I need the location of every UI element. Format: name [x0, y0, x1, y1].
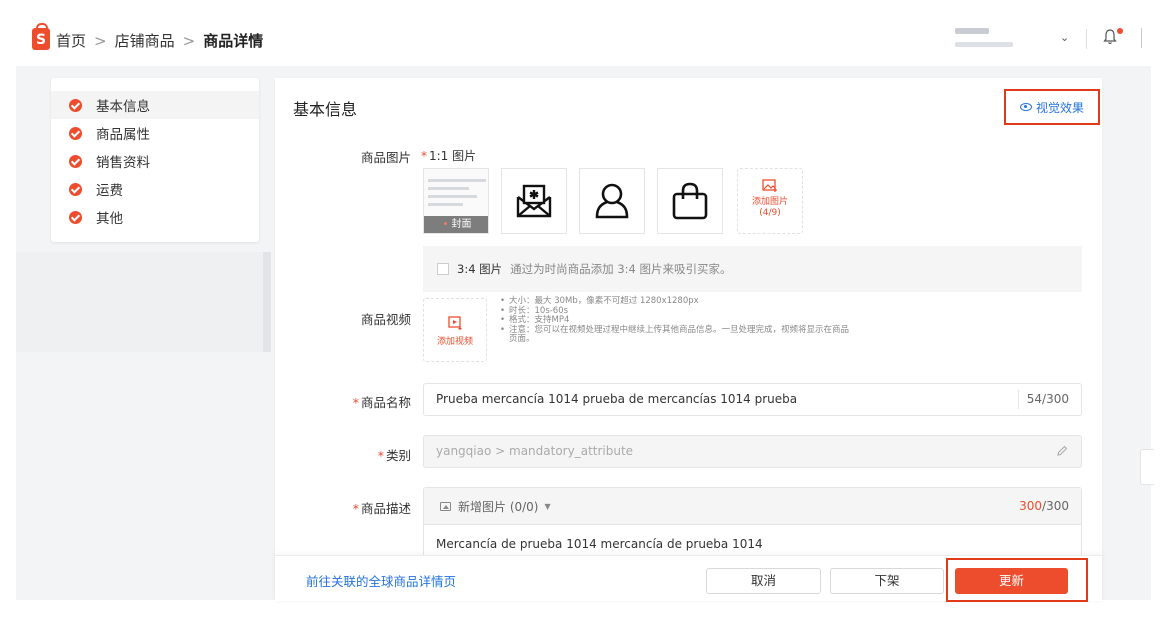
video-requirements: 大小：最大 30Mb，像素不可超过 1280x1280px 时长：10s-60s…	[500, 296, 920, 345]
category-label: * 类别	[377, 448, 411, 463]
video-note: 注意：您可以在视频处理过程中继续上传其他商品信息。一旦处理完成，视频将显示在商品	[500, 325, 920, 336]
check-circle-icon	[69, 154, 82, 168]
section-nav: 基本信息 商品属性 销售资料 运费 其他	[51, 78, 259, 242]
add-description-image-button[interactable]: 新增图片 (0/0)	[458, 498, 539, 515]
add-image-button[interactable]: 添加图片 (4/9)	[737, 168, 803, 234]
description-label: * 商品描述	[352, 501, 411, 516]
product-name-label: * 商品名称	[352, 395, 411, 410]
product-name-value: Prueba mercancía 1014 prueba de mercancí…	[436, 392, 798, 406]
product-name-counter: 54/300	[1017, 390, 1081, 409]
add-image-label: 添加图片	[751, 197, 788, 207]
visual-effect-link[interactable]: 视觉效果	[1004, 89, 1100, 125]
sidebar-item-label: 运费	[96, 183, 123, 199]
breadcrumb: 首页 > 店铺商品 > 商品详情	[56, 30, 263, 51]
eye-icon	[1019, 103, 1032, 111]
category-field[interactable]: yangqiao > mandatory_attribute	[423, 435, 1082, 468]
basic-info-panel: 基本信息 视觉效果 商品图片 *1:1 图片 • 封面 添加图片 (4/9)	[275, 78, 1102, 600]
sidebar-item-basic-info[interactable]: 基本信息	[51, 91, 259, 119]
sidebar-item-shipping[interactable]: 运费	[51, 175, 259, 203]
breadcrumb-separator: >	[182, 31, 196, 50]
product-image-3[interactable]	[579, 168, 645, 234]
product-video-label: 商品视频	[360, 312, 411, 327]
cover-image-preview	[428, 179, 486, 211]
global-product-link[interactable]: 前往关联的全球商品详情页	[306, 571, 456, 590]
description-counter: 300/300	[1019, 499, 1069, 513]
bell-icon[interactable]	[1103, 29, 1117, 45]
notification-dot	[1117, 28, 1123, 34]
ghost-panel	[16, 252, 264, 352]
description-toolbar: 新增图片 (0/0) ▼ 300/300	[424, 488, 1081, 525]
check-circle-icon	[69, 210, 82, 224]
breadcrumb-shop-products[interactable]: 店铺商品	[115, 30, 175, 51]
product-image-4[interactable]	[657, 168, 723, 234]
top-bar: S 首页 > 店铺商品 > 商品详情 ⌄	[0, 0, 1167, 66]
description-text[interactable]: Mercancía de prueba 1014 mercancía de pr…	[424, 525, 1081, 551]
account-info[interactable]	[955, 28, 1035, 52]
image-icon	[440, 501, 451, 511]
envelope-icon	[516, 184, 552, 218]
shopee-logo-icon[interactable]: S	[32, 23, 50, 50]
breadcrumb-current: 商品详情	[203, 32, 264, 50]
person-icon	[595, 183, 629, 219]
video-note-continued: 页面。	[509, 334, 535, 344]
sidebar-item-sales-info[interactable]: 销售资料	[51, 147, 259, 175]
sidebar-item-label: 基本信息	[96, 99, 150, 115]
add-image-count: (4/9)	[759, 208, 781, 218]
ratio-34-option: 3:4 图片 通过为时尚商品添加 3:4 图片来吸引买家。	[423, 246, 1082, 292]
cover-label: • 封面	[424, 216, 488, 233]
section-title: 基本信息	[293, 100, 358, 119]
sidebar-item-attributes[interactable]: 商品属性	[51, 119, 259, 147]
shopping-bag-icon	[672, 182, 708, 220]
product-name-input[interactable]: Prueba mercancía 1014 prueba de mercancí…	[423, 383, 1082, 416]
cover-image-thumbnail[interactable]: • 封面	[423, 168, 489, 234]
sidebar-item-label: 商品属性	[96, 127, 150, 143]
floating-side-tab[interactable]	[1140, 449, 1154, 485]
check-circle-icon	[69, 126, 82, 140]
breadcrumb-separator: >	[94, 31, 107, 50]
ratio-34-hint: 通过为时尚商品添加 3:4 图片来吸引买家。	[510, 262, 732, 276]
chevron-down-icon[interactable]: ⌄	[1060, 31, 1069, 44]
account-company-blurred	[955, 42, 1013, 47]
breadcrumb-home[interactable]: 首页	[56, 30, 86, 51]
ratio-34-title: 3:4 图片	[457, 262, 503, 276]
add-image-icon	[762, 179, 777, 192]
app-root: S 首页 > 店铺商品 > 商品详情 ⌄ 基本信息 商品属性 销售资料 运费 其…	[0, 0, 1167, 628]
update-highlight-box	[946, 558, 1088, 602]
product-image-2[interactable]	[501, 168, 567, 234]
caret-down-icon[interactable]: ▼	[545, 502, 551, 511]
pencil-icon[interactable]	[1055, 444, 1069, 458]
scroll-divider	[263, 252, 271, 352]
account-name-blurred	[955, 28, 989, 34]
category-value: yangqiao > mandatory_attribute	[436, 444, 634, 458]
sidebar-item-label: 其他	[96, 211, 123, 227]
ratio-34-checkbox[interactable]	[437, 263, 449, 275]
add-video-label: 添加视频	[436, 337, 473, 347]
add-video-icon	[448, 316, 462, 330]
visual-effect-label: 视觉效果	[1035, 100, 1084, 115]
check-circle-icon	[69, 182, 82, 196]
sidebar-item-label: 销售资料	[96, 155, 150, 171]
add-video-button[interactable]: 添加视频	[423, 298, 487, 362]
divider	[1086, 29, 1087, 49]
cancel-button[interactable]: 取消	[706, 568, 821, 594]
check-circle-icon	[69, 98, 82, 112]
image-ratio-label: * 1:1 图片	[421, 149, 477, 163]
product-images-label: 商品图片	[360, 150, 411, 165]
delist-button[interactable]: 下架	[830, 568, 944, 594]
divider	[1141, 28, 1142, 48]
sidebar-item-others[interactable]: 其他	[51, 203, 259, 231]
